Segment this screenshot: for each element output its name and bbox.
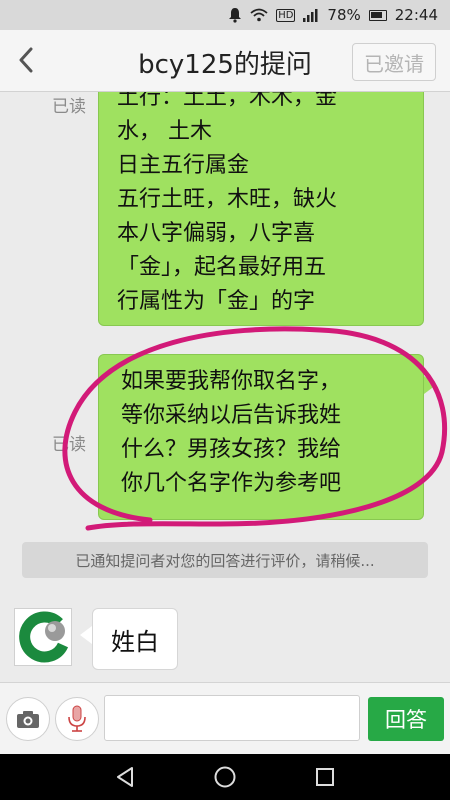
hd-badge: HD	[276, 8, 296, 22]
nav-bar: bcy125的提问 已邀请	[0, 30, 450, 92]
input-bar: 回答	[0, 682, 450, 754]
battery-icon	[368, 9, 387, 21]
status-time: 22:44	[394, 6, 438, 24]
bubble-tail	[80, 626, 92, 644]
microphone-icon	[68, 705, 86, 732]
answer-button[interactable]: 回答	[368, 697, 444, 741]
invited-button[interactable]: 已邀请	[352, 43, 436, 81]
evaluation-notice: 已通知提问者对您的回答进行评价，请稍候...	[22, 542, 428, 578]
avatar[interactable]	[14, 608, 72, 666]
status-bar: HD 78% 22:44	[0, 0, 450, 30]
nav-back-button[interactable]	[112, 764, 138, 790]
annotation-circle	[62, 326, 448, 531]
camera-button[interactable]	[6, 697, 50, 741]
message-bubble-incoming[interactable]: 姓白	[92, 608, 178, 670]
battery-percent: 78%	[327, 6, 361, 24]
wifi-icon	[250, 8, 268, 22]
nav-recent-button[interactable]	[312, 764, 338, 790]
signal-icon	[303, 8, 319, 22]
system-nav-bar	[0, 754, 450, 800]
square-recent-icon	[316, 768, 334, 786]
circle-home-icon	[214, 766, 236, 788]
logo-icon	[15, 609, 71, 665]
answer-input[interactable]	[104, 695, 360, 741]
chat-area[interactable]: 已读 土行：土土，木木，金 水， 土木 日主五行属金 五行土旺，木旺，缺火 本八…	[0, 92, 450, 682]
notification-icon	[228, 7, 242, 23]
camera-icon	[17, 711, 39, 728]
nav-home-button[interactable]	[212, 764, 238, 790]
triangle-back-icon	[117, 767, 133, 787]
voice-button[interactable]	[55, 697, 99, 741]
